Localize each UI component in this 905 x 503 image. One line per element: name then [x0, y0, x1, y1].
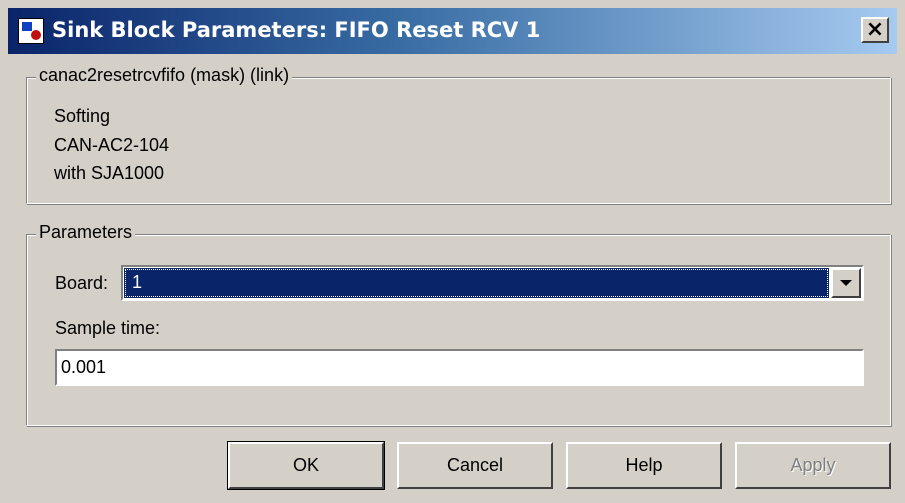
parameters-group-legend: Parameters [36, 222, 136, 243]
description-line-1: Softing [54, 106, 111, 126]
dialog-window: Sink Block Parameters: FIFO Reset RCV 1 … [0, 0, 905, 503]
board-label: Board: [55, 273, 109, 293]
description-line-2: CAN-AC2-104 [54, 135, 170, 155]
simulink-block-icon [18, 18, 44, 44]
board-dropdown-button[interactable] [831, 268, 861, 298]
board-select-value-area[interactable]: 1 [124, 268, 829, 298]
title-bar[interactable]: Sink Block Parameters: FIFO Reset RCV 1 … [8, 8, 897, 54]
window-title: Sink Block Parameters: FIFO Reset RCV 1 [52, 18, 541, 42]
chevron-down-icon [840, 280, 852, 286]
apply-button[interactable]: Apply [735, 442, 891, 489]
close-button[interactable]: × [861, 17, 889, 43]
cancel-button[interactable]: Cancel [397, 442, 553, 489]
ok-button[interactable]: OK [227, 441, 385, 490]
board-select-value: 1 [132, 272, 143, 292]
sample-time-input[interactable] [55, 349, 864, 386]
sample-time-label: Sample time: [55, 318, 161, 338]
board-select[interactable]: 1 [121, 265, 864, 301]
help-button[interactable]: Help [566, 442, 722, 489]
close-icon: × [865, 17, 885, 42]
mask-group-legend: canac2resetrcvfifo (mask) (link) [36, 65, 293, 86]
description-line-3: with SJA1000 [54, 163, 165, 183]
